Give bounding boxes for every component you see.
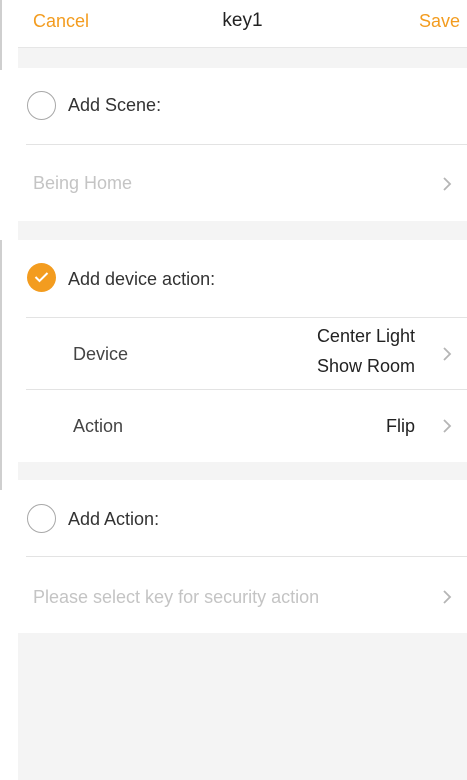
add-action-label: Add Action: bbox=[68, 509, 160, 529]
security-action-placeholder: Please select key for security action bbox=[33, 587, 320, 607]
device-room: Show Room bbox=[316, 356, 415, 376]
device-name: Center Light bbox=[316, 326, 415, 346]
device-value: Center Light Show Room bbox=[317, 321, 415, 381]
radio-checked-icon[interactable] bbox=[27, 263, 56, 292]
radio-unchecked-icon[interactable] bbox=[27, 91, 56, 120]
top-bar: Cancel key1 Save bbox=[18, 0, 467, 48]
add-action-row[interactable]: Add Action: bbox=[18, 480, 467, 556]
add-scene-row[interactable]: Add Scene: bbox=[18, 68, 467, 144]
security-action-select-row[interactable]: Please select key for security action bbox=[18, 557, 467, 633]
save-button[interactable]: Save bbox=[419, 11, 460, 32]
radio-unchecked-icon[interactable] bbox=[27, 504, 56, 533]
action-row[interactable]: Action Flip bbox=[18, 390, 467, 462]
chevron-right-icon bbox=[443, 419, 452, 433]
edge-divider bbox=[0, 0, 2, 70]
add-device-action-row[interactable]: Add device action: bbox=[18, 240, 467, 317]
chevron-right-icon bbox=[443, 177, 452, 191]
left-edge-strip bbox=[0, 0, 18, 780]
add-device-action-label: Add device action: bbox=[68, 269, 216, 289]
device-action-section: Add device action: Device Center Light S… bbox=[18, 240, 467, 462]
action-label: Action bbox=[73, 416, 124, 436]
scene-select-row[interactable]: Being Home bbox=[18, 145, 467, 221]
edge-divider bbox=[0, 240, 2, 490]
chevron-right-icon bbox=[443, 347, 452, 361]
page-title: key1 bbox=[222, 10, 263, 31]
scene-value: Being Home bbox=[33, 173, 133, 193]
device-row[interactable]: Device Center Light Show Room bbox=[18, 318, 467, 389]
action-value: Flip bbox=[385, 416, 415, 436]
chevron-right-icon bbox=[443, 590, 452, 604]
add-action-section: Add Action: Please select key for securi… bbox=[18, 480, 467, 633]
add-scene-label: Add Scene: bbox=[68, 95, 162, 115]
scene-section: Add Scene: Being Home bbox=[18, 68, 467, 221]
device-label: Device bbox=[73, 344, 129, 364]
